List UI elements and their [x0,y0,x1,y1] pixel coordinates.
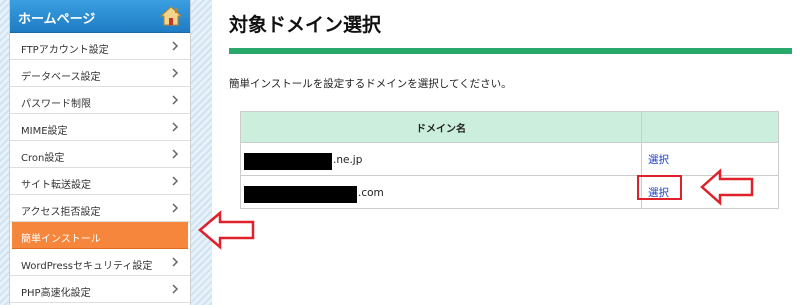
sidebar-item-access-deny[interactable]: アクセス拒否設定 [10,195,190,222]
chevron-right-icon [172,122,179,132]
page-description: 簡単インストールを設定するドメインを選択してください。 [229,78,512,90]
arrow-left-icon [700,168,754,206]
domain-table: ドメイン名 .ne.jp 選択 .com 選択 [240,111,779,209]
sidebar-item-php-acceleration[interactable]: PHP高速化設定 [10,276,190,303]
title-divider [229,48,792,54]
sidebar-item-label: サイト転送設定 [21,180,91,191]
domain-suffix: .com [358,187,384,199]
sidebar-item-label: MIME設定 [21,126,68,137]
domain-suffix: .ne.jp [333,154,363,166]
sidebar-item-redirect[interactable]: サイト転送設定 [10,168,190,195]
column-header-domain: ドメイン名 [240,111,642,143]
table-row: .ne.jp 選択 [240,142,779,176]
sidebar: ホームページ FTPアカウント設定 データベース設定 パスワード制限 MIME設… [9,0,191,305]
sidebar-item-cron[interactable]: Cron設定 [10,141,190,168]
chevron-right-icon [172,203,179,213]
sidebar-item-label: データベース設定 [21,72,101,83]
sidebar-item-mime[interactable]: MIME設定 [10,114,190,141]
chevron-right-icon [172,284,179,294]
sidebar-header[interactable]: ホームページ [10,0,190,33]
domain-cell: .ne.jp [240,142,642,176]
home-icon [160,6,182,26]
sidebar-item-label: PHP高速化設定 [21,288,91,299]
sidebar-item-label: FTPアカウント設定 [21,45,109,56]
sidebar-item-password[interactable]: パスワード制限 [10,87,190,114]
sidebar-item-database[interactable]: データベース設定 [10,60,190,87]
chevron-right-icon [172,176,179,186]
table-header-row: ドメイン名 [240,111,779,143]
column-header-action [641,111,779,143]
select-domain-link[interactable]: 選択 [648,154,669,166]
highlight-annotation [637,175,682,200]
chevron-right-icon [172,41,179,51]
chevron-right-icon [172,257,179,267]
redacted-domain [244,153,332,170]
domain-cell: .com [240,175,642,209]
chevron-right-icon [172,68,179,78]
redacted-domain [244,186,357,203]
sidebar-item-wordpress-security[interactable]: WordPressセキュリティ設定 [10,249,190,276]
sidebar-title: ホームページ [18,12,96,27]
chevron-right-icon [172,149,179,159]
sidebar-item-easy-install[interactable]: 簡単インストール [12,222,188,249]
page-title: 対象ドメイン選択 [229,14,382,36]
sidebar-item-label: Cron設定 [21,153,65,164]
chevron-right-icon [172,95,179,105]
table-row: .com 選択 [240,175,779,209]
sidebar-item-label: WordPressセキュリティ設定 [21,261,153,272]
main-content: 対象ドメイン選択 簡単インストールを設定するドメインを選択してください。 ドメイ… [229,0,800,305]
sidebar-item-ftp[interactable]: FTPアカウント設定 [10,33,190,60]
sidebar-item-label: 簡単インストール [21,234,101,245]
sidebar-item-label: アクセス拒否設定 [21,207,101,218]
sidebar-item-label: パスワード制限 [21,99,91,110]
